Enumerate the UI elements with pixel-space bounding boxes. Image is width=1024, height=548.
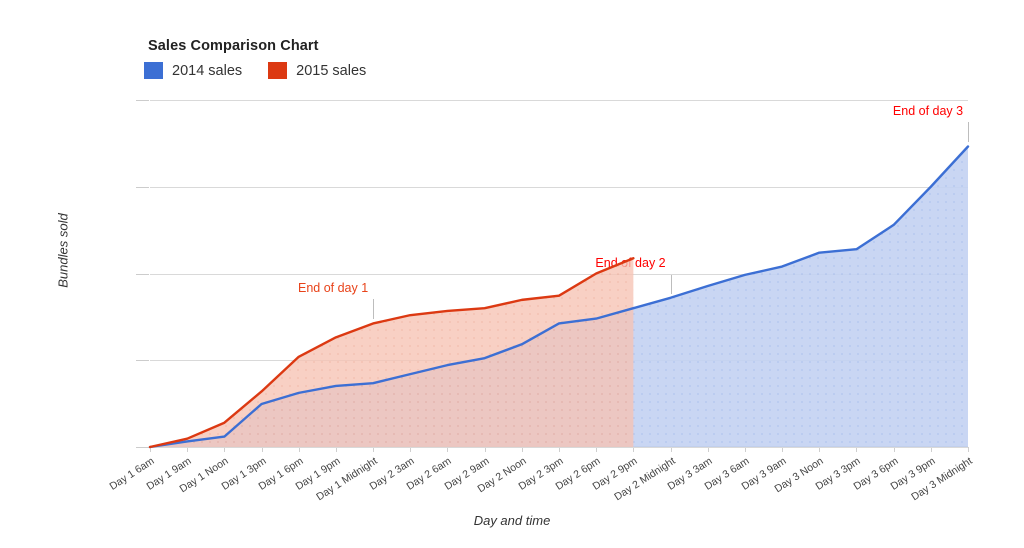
area-2015-sales (150, 258, 634, 447)
series-layer (148, 145, 970, 449)
sales-comparison-chart: Sales Comparison Chart 2014 sales 2015 s… (0, 0, 1024, 548)
